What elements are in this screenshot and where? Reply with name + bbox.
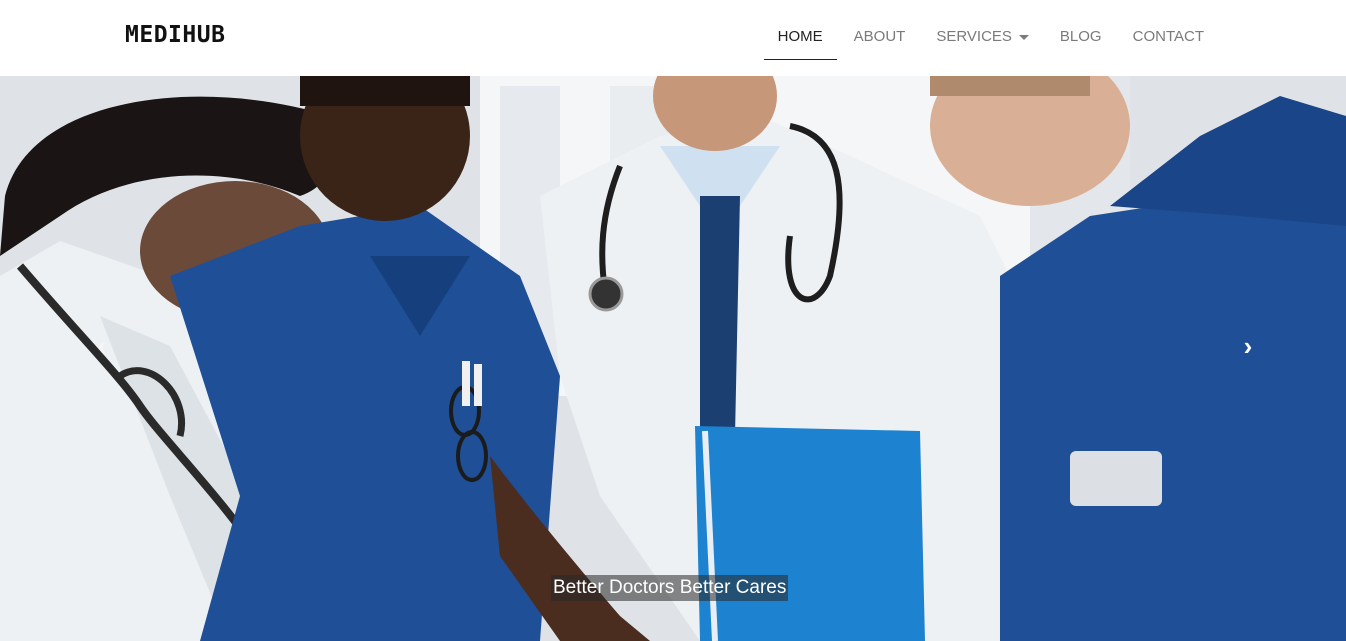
- top-navbar: MEDIHUB HOME ABOUT SERVICES BLOG CONTACT: [0, 0, 1346, 76]
- caret-down-icon: [1018, 34, 1029, 40]
- nav-contact[interactable]: CONTACT: [1119, 0, 1218, 76]
- hero-carousel: ‹ › Better Doctors Better Cares: [0, 76, 1346, 641]
- nav-about-label: ABOUT: [853, 27, 906, 45]
- nav-home-label: HOME: [777, 27, 823, 45]
- nav-blog[interactable]: BLOG: [1046, 0, 1116, 76]
- nav-services[interactable]: SERVICES: [922, 0, 1043, 76]
- nav-about[interactable]: ABOUT: [840, 0, 920, 76]
- nav-contact-label: CONTACT: [1132, 27, 1204, 45]
- nav-services-label: SERVICES: [936, 27, 1012, 45]
- brand-logo[interactable]: MEDIHUB: [125, 22, 225, 48]
- nav-blog-label: BLOG: [1059, 27, 1102, 45]
- chevron-right-icon: ›: [1243, 330, 1253, 361]
- carousel-caption: Better Doctors Better Cares: [551, 575, 789, 601]
- carousel-prev-control[interactable]: ‹: [90, 331, 114, 361]
- carousel-next-control[interactable]: ›: [1236, 331, 1260, 361]
- hero-image: [0, 76, 1346, 641]
- main-nav: HOME ABOUT SERVICES BLOG CONTACT: [761, 0, 1218, 76]
- chevron-left-icon: ‹: [97, 330, 107, 361]
- nav-home[interactable]: HOME: [763, 0, 837, 76]
